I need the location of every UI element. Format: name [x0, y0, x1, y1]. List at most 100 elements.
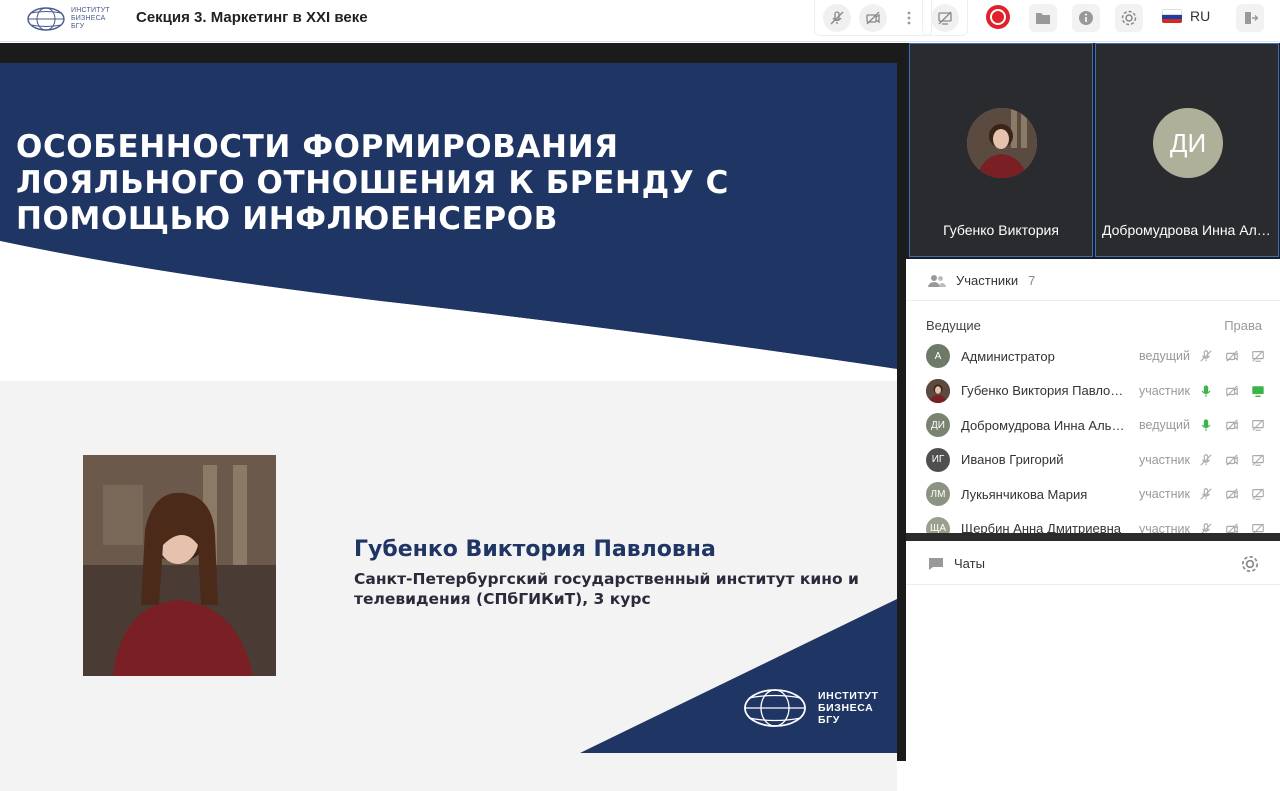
mic-off-icon[interactable] — [1198, 486, 1214, 502]
page-title: Секция 3. Маркетинг в XXI веке — [136, 9, 368, 26]
video-tile-name: Добромудрова Инна Альбертовна — [1102, 222, 1278, 238]
avatar: ДИ — [1153, 108, 1223, 178]
mic-on-icon[interactable] — [1198, 383, 1214, 399]
participant-role: ведущий — [1139, 418, 1190, 433]
mic-off-icon[interactable] — [1198, 348, 1214, 364]
institute-logo[interactable]: ИНСТИТУТ БИЗНЕСА БГУ — [26, 4, 116, 34]
top-bar: ИНСТИТУТ БИЗНЕСА БГУ Секция 3. Маркетинг… — [0, 0, 1280, 42]
video-tile[interactable]: Губенко Виктория — [909, 43, 1093, 257]
chat-settings-button[interactable] — [1240, 554, 1260, 577]
avatar — [967, 108, 1037, 178]
participant-role: участник — [1138, 487, 1190, 502]
language-switcher[interactable]: RU — [1162, 8, 1210, 24]
avatar: ИГ — [926, 447, 950, 472]
presentation-stage: ОСОБЕННОСТИ ФОРМИРОВАНИЯ ЛОЯЛЬНОГО ОТНОШ… — [0, 43, 906, 791]
logo-text: ИНСТИТУТ БИЗНЕСА БГУ — [71, 7, 110, 31]
more-icon — [907, 11, 911, 24]
video-grid: Губенко Виктория ДИ Добромудрова Инна Ал… — [906, 43, 1280, 259]
section-label: Ведущие — [926, 318, 981, 333]
info-icon — [1079, 11, 1093, 25]
participant-name: Добромудрова Инна Альбертовна — [961, 417, 1125, 433]
screen-share-on-icon[interactable] — [1250, 383, 1266, 399]
gear-icon — [1121, 10, 1137, 26]
mic-on-icon[interactable] — [1198, 417, 1214, 433]
screen-share-off-icon[interactable] — [1250, 348, 1266, 364]
participants-subheader: Ведущие Права — [906, 301, 1280, 333]
media-controls — [814, 0, 932, 36]
chat-icon — [929, 557, 943, 570]
speaker-photo-image — [83, 455, 276, 676]
participant-name: Лукьянчикова Мария — [961, 486, 1088, 502]
slide-institute-logo: ИНСТИТУТ БИЗНЕСА БГУ — [742, 687, 879, 729]
participant-role: участник — [1138, 383, 1190, 398]
info-button[interactable] — [1072, 4, 1100, 32]
speaker-organization: Санкт-Петербургский государственный инст… — [354, 570, 859, 608]
participant-row[interactable]: ДИ Добромудрова Инна Альбертовна ведущий — [906, 408, 1280, 443]
camera-off-icon[interactable] — [1224, 348, 1240, 364]
participants-header[interactable]: Участники 7 — [906, 261, 1280, 301]
video-tile[interactable]: ДИ Добромудрова Инна Альбертовна — [1095, 43, 1279, 257]
logo-line: БГУ — [71, 23, 85, 30]
chats-header[interactable]: Чаты — [906, 543, 1280, 585]
screen-share-off-icon[interactable] — [1250, 486, 1266, 502]
participant-name: Иванов Григорий — [961, 452, 1064, 468]
participant-row[interactable]: ЛМ Лукьянчикова Мария участник — [906, 477, 1280, 512]
mic-off-icon[interactable] — [1198, 452, 1214, 468]
logo-line: БИЗНЕСА — [818, 702, 874, 714]
flag-ru-icon — [1162, 9, 1182, 23]
presentation-slide: ОСОБЕННОСТИ ФОРМИРОВАНИЯ ЛОЯЛЬНОГО ОТНОШ… — [0, 63, 897, 791]
folder-icon — [1036, 13, 1050, 24]
files-button[interactable] — [1029, 4, 1057, 32]
participants-label: Участники — [956, 273, 1019, 288]
participant-photo — [967, 108, 1037, 178]
chats-label: Чаты — [954, 556, 985, 571]
camera-off-icon[interactable] — [1224, 417, 1240, 433]
logo-line: БИЗНЕСА — [71, 15, 106, 22]
rights-label: Права — [1224, 318, 1262, 333]
camera-off-icon[interactable] — [1224, 486, 1240, 502]
avatar: ЛМ — [926, 482, 950, 507]
record-icon[interactable] — [986, 5, 1010, 29]
settings-button[interactable] — [1115, 4, 1143, 32]
right-panel: Губенко Виктория ДИ Добромудрова Инна Ал… — [906, 43, 1280, 761]
participant-role: ведущий — [1139, 349, 1190, 364]
participants-panel: Участники 7 Ведущие Права А Администрато… — [906, 261, 1280, 541]
speaker-photo — [83, 455, 276, 676]
logo-line: БГУ — [818, 714, 840, 726]
logo-line: ИНСТИТУТ — [818, 690, 879, 702]
participant-row[interactable]: А Администратор ведущий — [906, 339, 1280, 374]
avatar — [926, 378, 950, 403]
participant-row[interactable]: ИГ Иванов Григорий участник — [906, 443, 1280, 478]
language-label: RU — [1190, 8, 1211, 24]
globe-logo-icon — [744, 689, 806, 727]
more-button[interactable] — [895, 4, 923, 32]
participant-name: Администратор — [961, 348, 1055, 364]
avatar: А — [926, 344, 950, 369]
mic-off-icon — [830, 10, 844, 24]
speaker-name: Губенко Виктория Павловна — [354, 537, 716, 562]
participant-role: участник — [1138, 452, 1190, 467]
screen-controls — [922, 0, 968, 36]
camera-off-icon[interactable] — [1224, 452, 1240, 468]
panel-resize-handle[interactable] — [906, 533, 1280, 541]
exit-button[interactable] — [1236, 4, 1264, 32]
mic-toggle-button[interactable] — [823, 3, 851, 32]
participant-name: Губенко Виктория Павловна — [961, 383, 1125, 399]
slide-title: ОСОБЕННОСТИ ФОРМИРОВАНИЯ ЛОЯЛЬНОГО ОТНОШ… — [16, 129, 730, 237]
screen-share-button[interactable] — [931, 3, 959, 32]
participant-photo — [926, 378, 950, 403]
camera-off-icon — [866, 11, 880, 24]
slide-logo-text: ИНСТИТУТ БИЗНЕСА БГУ — [818, 690, 879, 726]
globe-logo-icon — [27, 7, 65, 31]
camera-toggle-button[interactable] — [859, 3, 887, 32]
participants-count: 7 — [1028, 273, 1036, 288]
gear-icon — [1241, 555, 1259, 573]
video-tile-name: Губенко Виктория — [943, 222, 1059, 238]
exit-icon — [1245, 12, 1258, 24]
participant-row[interactable]: Губенко Виктория Павловна участник — [906, 374, 1280, 409]
participants-icon — [928, 274, 946, 287]
camera-off-icon[interactable] — [1224, 383, 1240, 399]
screen-share-off-icon[interactable] — [1250, 417, 1266, 433]
screen-share-off-icon[interactable] — [1250, 452, 1266, 468]
screen-share-off-icon — [938, 11, 952, 25]
